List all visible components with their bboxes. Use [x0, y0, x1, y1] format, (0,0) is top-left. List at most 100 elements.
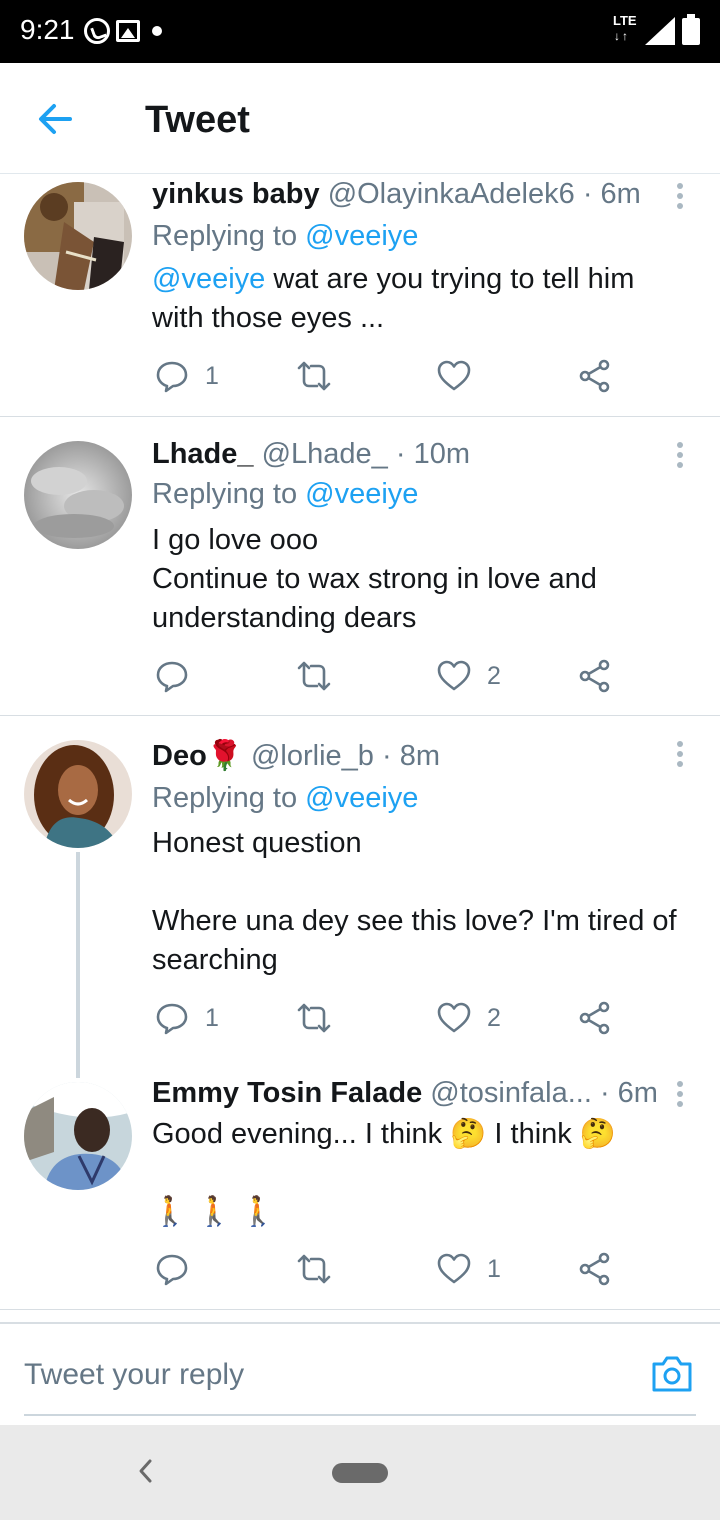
heart-icon [437, 660, 471, 691]
display-name[interactable]: Lhade_ [152, 438, 254, 470]
share-icon [579, 1001, 610, 1035]
like-button[interactable]: 2 [437, 1001, 501, 1035]
text-line: I go love ooo [152, 524, 319, 556]
tweet-text: I go love ooo Continue to wax strong in … [152, 521, 697, 638]
status-time: 9:21 [20, 14, 75, 45]
status-bar: 9:21 LTE ↓↑ [0, 0, 720, 63]
chevron-left-icon [139, 1459, 152, 1483]
retweet-icon [297, 661, 331, 691]
system-back-button[interactable] [134, 1457, 158, 1485]
page-title: Tweet [145, 99, 250, 141]
divider [0, 1309, 720, 1310]
like-count: 2 [487, 661, 501, 690]
back-button[interactable] [32, 95, 80, 143]
notification-dot-icon [152, 26, 162, 36]
replying-mention[interactable]: @veeiye [305, 220, 418, 252]
reply-button[interactable]: 1 [155, 1001, 219, 1035]
tweet-text: Good evening... I think 🤔 I think 🤔 🚶 🚶 … [152, 1115, 697, 1232]
replying-mention[interactable]: @veeiye [305, 782, 418, 814]
image-notification-icon [116, 20, 140, 42]
tweet-text: @veeiye wat are you trying to tell him w… [152, 260, 697, 338]
reply-icon [156, 1254, 188, 1286]
user-handle[interactable]: @lorlie_b [251, 740, 374, 772]
more-options-icon[interactable] [668, 439, 692, 475]
heart-icon [437, 1002, 471, 1033]
more-options-icon[interactable] [668, 180, 692, 216]
heart-icon [437, 360, 471, 391]
battery-icon [682, 14, 700, 45]
more-options-icon[interactable] [668, 1078, 692, 1114]
tweet-header: Emmy Tosin Falade @tosinfala... · 6m [152, 1077, 658, 1110]
tweet-time: · 8m [381, 740, 440, 772]
text-line: with those eyes ... [152, 302, 385, 334]
reply-input-underline [24, 1414, 696, 1416]
retweet-button[interactable] [297, 659, 331, 693]
retweet-icon [297, 1003, 331, 1033]
text-line: understanding dears [152, 602, 417, 634]
replying-mention[interactable]: @veeiye [305, 478, 418, 510]
reply-count: 1 [205, 1003, 219, 1032]
tweet-item[interactable]: Lhade_ @Lhade_ · 10m Replying to @veeiye… [0, 417, 720, 715]
share-button[interactable] [578, 1001, 612, 1035]
tweet-time: · 6m [599, 1077, 658, 1109]
reply-composer: Tweet your reply [0, 1322, 720, 1425]
tweet-item[interactable]: yinkus baby @OlayinkaAdelek6 · 6m Replyi… [0, 174, 720, 416]
like-button[interactable]: 2 [437, 659, 501, 693]
network-type: LTE [613, 13, 637, 28]
text-line: Continue to wax strong in love and [152, 563, 597, 595]
text-line [152, 863, 697, 902]
like-button[interactable]: 1 [437, 1252, 501, 1286]
tweet-item[interactable]: Deo🌹 @lorlie_b · 8m Replying to @veeiye … [0, 716, 720, 1066]
avatar[interactable] [24, 1082, 132, 1190]
tweet-text: Honest question Where una dey see this l… [152, 824, 697, 980]
more-options-icon[interactable] [668, 738, 692, 774]
reply-input[interactable]: Tweet your reply [24, 1358, 244, 1392]
reply-icon [156, 1003, 188, 1035]
text-line: searching [152, 944, 278, 976]
reply-icon [156, 361, 188, 393]
share-button[interactable] [578, 659, 612, 693]
user-handle[interactable]: @tosinfala... [430, 1077, 592, 1109]
replying-prefix: Replying to [152, 220, 306, 252]
tweet-time: · 6m [582, 178, 641, 210]
display-name[interactable]: Deo [152, 740, 207, 772]
tweet-header: Deo🌹 @lorlie_b · 8m [152, 739, 440, 773]
reply-icon [156, 661, 188, 693]
whatsapp-icon [84, 18, 110, 44]
reply-button[interactable] [155, 1252, 205, 1286]
text-line: Good evening... I think 🤔 I think 🤔 [152, 1118, 616, 1150]
reply-button[interactable] [155, 659, 205, 693]
tweet-header: yinkus baby @OlayinkaAdelek6 · 6m [152, 178, 641, 211]
text-mention[interactable]: @veeiye [152, 263, 265, 295]
tweet-header: Lhade_ @Lhade_ · 10m [152, 438, 470, 471]
retweet-button[interactable] [297, 1001, 331, 1035]
text-line [152, 1154, 697, 1193]
like-button[interactable] [437, 359, 487, 393]
retweet-icon [297, 1254, 331, 1284]
retweet-button[interactable] [297, 359, 331, 393]
avatar[interactable] [24, 441, 132, 549]
data-activity-icon: ↓↑ [614, 29, 630, 43]
display-name[interactable]: Emmy Tosin Falade [152, 1077, 422, 1109]
reply-button[interactable]: 1 [155, 359, 219, 393]
share-button[interactable] [578, 1252, 612, 1286]
share-button[interactable] [578, 359, 612, 393]
share-icon [579, 359, 610, 393]
share-icon [579, 659, 610, 693]
replying-prefix: Replying to [152, 782, 306, 814]
user-handle[interactable]: @OlayinkaAdelek6 [328, 178, 575, 210]
display-name[interactable]: yinkus baby [152, 178, 320, 210]
system-home-pill[interactable] [332, 1463, 388, 1483]
top-app-bar: Tweet [0, 63, 720, 174]
system-nav-bar [0, 1425, 720, 1520]
camera-button[interactable] [650, 1354, 694, 1394]
tweet-item[interactable]: Emmy Tosin Falade @tosinfala... · 6m Goo… [0, 1066, 720, 1309]
camera-icon [652, 1356, 692, 1392]
user-handle[interactable]: @Lhade_ [262, 438, 388, 470]
text-line: 🚶 🚶 🚶 [152, 1196, 277, 1228]
avatar[interactable] [24, 182, 132, 290]
avatar[interactable] [24, 740, 132, 848]
retweet-icon [297, 361, 331, 391]
retweet-button[interactable] [297, 1252, 331, 1286]
replying-to: Replying to @veeiye [152, 782, 418, 815]
